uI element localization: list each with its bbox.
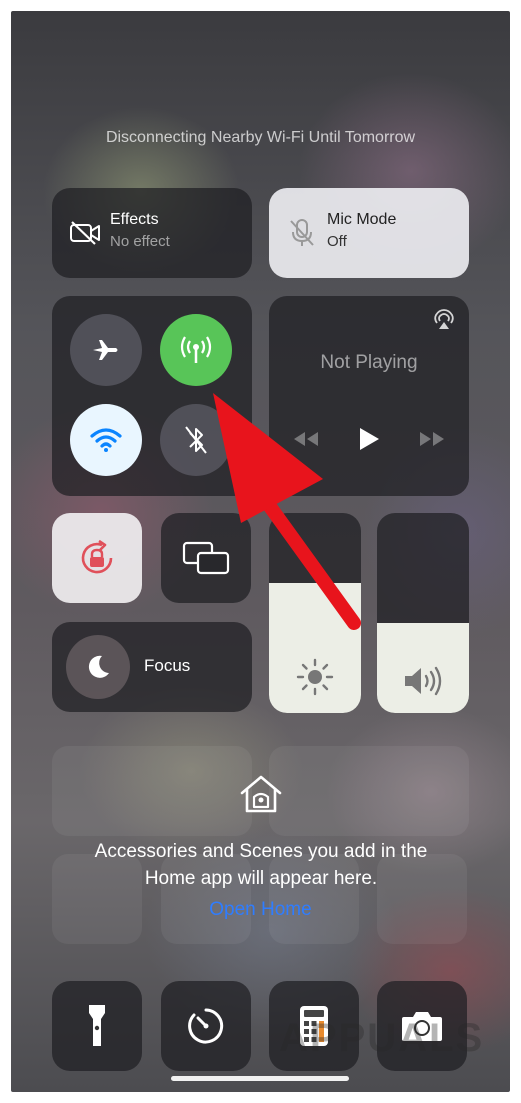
effects-title: Effects <box>110 211 159 228</box>
effects-subtitle: No effect <box>110 233 170 250</box>
home-empty-message: Accessories and Scenes you add in the Ho… <box>41 838 481 892</box>
connectivity-module <box>52 296 252 496</box>
mic-mode-tile[interactable]: Mic Mode Off <box>269 188 469 278</box>
home-indicator[interactable] <box>171 1076 349 1081</box>
airplane-icon <box>93 340 118 360</box>
media-controls <box>269 424 469 454</box>
rewind-icon[interactable] <box>293 424 319 454</box>
fast-forward-icon[interactable] <box>419 424 445 454</box>
moon-icon <box>66 635 130 699</box>
flashlight-button[interactable] <box>52 981 142 1071</box>
wifi-button[interactable] <box>70 404 142 476</box>
screen-mirroring-button[interactable] <box>161 513 251 603</box>
speaker-icon <box>377 665 469 697</box>
open-home-link[interactable]: Open Home <box>11 899 510 921</box>
home-icon <box>240 775 282 813</box>
focus-button[interactable]: Focus <box>52 622 252 712</box>
bluetooth-button[interactable] <box>160 404 232 476</box>
flashlight-icon <box>89 1005 105 1046</box>
brightness-slider[interactable] <box>269 513 361 713</box>
rotation-lock-icon <box>81 539 113 574</box>
mic-mode-subtitle: Off <box>327 233 347 250</box>
status-message: Disconnecting Nearby Wi-Fi Until Tomorro… <box>105 129 416 146</box>
video-off-icon <box>68 217 102 249</box>
volume-slider[interactable] <box>377 513 469 713</box>
focus-label: Focus <box>144 656 191 675</box>
effects-tile[interactable]: Effects No effect <box>52 188 252 278</box>
play-icon[interactable] <box>357 424 381 454</box>
sun-icon <box>269 657 361 697</box>
mic-mode-title: Mic Mode <box>327 211 397 228</box>
screen-mirroring-icon <box>182 541 230 575</box>
timer-button[interactable] <box>161 981 251 1071</box>
cellular-antenna-icon <box>180 336 212 363</box>
home-message-line: Accessories and Scenes you add in the <box>94 841 428 862</box>
bluetooth-off-icon <box>185 426 207 454</box>
orientation-lock-button[interactable] <box>52 513 142 603</box>
airplane-mode-button[interactable] <box>70 314 142 386</box>
cellular-data-button[interactable] <box>160 314 232 386</box>
timer-icon <box>188 1008 224 1044</box>
wifi-icon <box>90 428 122 452</box>
home-placeholder-tile <box>269 746 469 836</box>
control-center: Disconnecting Nearby Wi-Fi Until Tomorro… <box>11 11 510 1092</box>
now-playing-title: Not Playing <box>320 352 418 373</box>
home-placeholder-tile <box>52 746 252 836</box>
home-message-line: Home app will appear here. <box>144 868 378 889</box>
mic-off-icon <box>285 217 319 249</box>
airplay-icon[interactable] <box>433 308 455 330</box>
watermark: APPUALS <box>279 1016 485 1060</box>
now-playing-module[interactable]: Not Playing <box>269 296 469 496</box>
